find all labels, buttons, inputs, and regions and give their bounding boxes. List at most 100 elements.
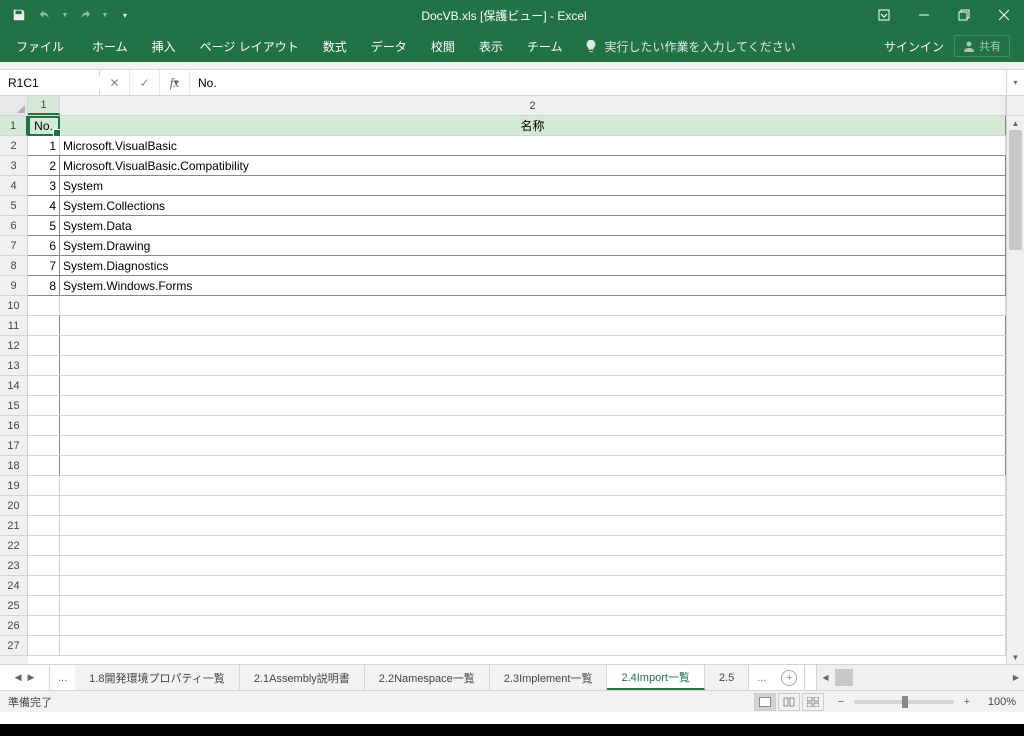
row-header[interactable]: 9 bbox=[0, 276, 28, 296]
row-header[interactable]: 2 bbox=[0, 136, 28, 156]
row-header[interactable]: 15 bbox=[0, 396, 28, 416]
empty-cell[interactable] bbox=[28, 576, 60, 595]
cell-name[interactable]: System.Windows.Forms bbox=[60, 276, 1006, 295]
row-header[interactable]: 10 bbox=[0, 296, 28, 316]
cell-no[interactable]: 1 bbox=[28, 136, 60, 155]
row-header[interactable]: 6 bbox=[0, 216, 28, 236]
empty-cell[interactable] bbox=[60, 576, 1006, 595]
scroll-thumb[interactable] bbox=[1009, 130, 1022, 250]
tab-file[interactable]: ファイル bbox=[4, 30, 76, 62]
empty-cell[interactable] bbox=[60, 476, 1006, 495]
tab-data[interactable]: データ bbox=[359, 30, 419, 62]
vertical-scrollbar[interactable]: ▲ ▼ bbox=[1006, 116, 1024, 664]
col-header-2[interactable]: 2 bbox=[60, 96, 1006, 115]
empty-cell[interactable] bbox=[60, 336, 1006, 355]
row-header[interactable]: 27 bbox=[0, 636, 28, 656]
row-header[interactable]: 19 bbox=[0, 476, 28, 496]
empty-cell[interactable] bbox=[60, 496, 1006, 515]
share-button[interactable]: 共有 bbox=[954, 35, 1010, 57]
cell-no[interactable]: 5 bbox=[28, 216, 60, 235]
redo-icon[interactable] bbox=[74, 4, 96, 26]
empty-cell[interactable] bbox=[60, 556, 1006, 575]
sheet-tab[interactable]: 2.5 bbox=[705, 665, 749, 690]
zoom-out-button[interactable]: − bbox=[834, 696, 848, 708]
enter-icon[interactable]: ✓ bbox=[130, 70, 160, 95]
tab-nav[interactable]: ◀▶ bbox=[0, 665, 50, 690]
formula-input[interactable] bbox=[198, 76, 998, 90]
empty-cell[interactable] bbox=[60, 416, 1006, 435]
tab-review[interactable]: 校閲 bbox=[419, 30, 467, 62]
col-header-1[interactable]: 1 bbox=[28, 96, 60, 115]
empty-cell[interactable] bbox=[28, 376, 60, 395]
row-header[interactable]: 26 bbox=[0, 616, 28, 636]
empty-cell[interactable] bbox=[60, 436, 1006, 455]
ribbon-options-icon[interactable] bbox=[864, 0, 904, 30]
zoom-knob[interactable] bbox=[902, 696, 908, 708]
empty-cell[interactable] bbox=[28, 496, 60, 515]
empty-cell[interactable] bbox=[28, 316, 60, 335]
row-header[interactable]: 25 bbox=[0, 596, 28, 616]
cell-no[interactable]: 4 bbox=[28, 196, 60, 215]
cell-name[interactable]: System.Diagnostics bbox=[60, 256, 1006, 275]
zoom-slider[interactable] bbox=[854, 700, 954, 704]
tab-nav-next-icon[interactable]: ▶ bbox=[28, 672, 35, 683]
sheet-tab[interactable]: 1.8開発環境プロパティ一覧 bbox=[75, 665, 240, 690]
row-header[interactable]: 4 bbox=[0, 176, 28, 196]
restore-icon[interactable] bbox=[944, 0, 984, 30]
cell-no[interactable]: 8 bbox=[28, 276, 60, 295]
sheet-tab[interactable]: 2.4Import一覧 bbox=[607, 665, 704, 690]
page-break-view-icon[interactable] bbox=[802, 693, 824, 711]
cell-no[interactable]: 2 bbox=[28, 156, 60, 175]
tab-formulas[interactable]: 数式 bbox=[311, 30, 359, 62]
tab-overflow-left[interactable]: ... bbox=[50, 665, 75, 690]
cancel-icon[interactable]: ✕ bbox=[100, 70, 130, 95]
tab-insert[interactable]: 挿入 bbox=[140, 30, 188, 62]
row-header[interactable]: 8 bbox=[0, 256, 28, 276]
row-header[interactable]: 16 bbox=[0, 416, 28, 436]
formula-expand-icon[interactable]: ▾ bbox=[1006, 70, 1024, 95]
undo-dropdown-icon[interactable]: ▼ bbox=[60, 4, 70, 26]
row-header[interactable]: 22 bbox=[0, 536, 28, 556]
qat-customize-icon[interactable]: ▾ bbox=[114, 4, 136, 26]
header-cell-no[interactable]: No. bbox=[28, 116, 60, 135]
cell-name[interactable]: Microsoft.VisualBasic bbox=[60, 136, 1006, 155]
row-header[interactable]: 14 bbox=[0, 376, 28, 396]
row-header[interactable]: 1 bbox=[0, 116, 28, 136]
sheet-tab[interactable]: 2.2Namespace一覧 bbox=[365, 665, 490, 690]
sign-in-link[interactable]: サインイン bbox=[884, 38, 944, 55]
hscroll-left-icon[interactable]: ◀ bbox=[817, 673, 833, 682]
minimize-icon[interactable] bbox=[904, 0, 944, 30]
save-icon[interactable] bbox=[8, 4, 30, 26]
row-header[interactable]: 17 bbox=[0, 436, 28, 456]
empty-cell[interactable] bbox=[28, 476, 60, 495]
select-all-corner[interactable] bbox=[0, 96, 28, 115]
tab-nav-prev-icon[interactable]: ◀ bbox=[15, 672, 22, 683]
empty-cell[interactable] bbox=[28, 616, 60, 635]
row-header[interactable]: 3 bbox=[0, 156, 28, 176]
tab-home[interactable]: ホーム bbox=[80, 30, 140, 62]
hscroll-thumb[interactable] bbox=[835, 669, 853, 686]
empty-cell[interactable] bbox=[60, 596, 1006, 615]
close-icon[interactable] bbox=[984, 0, 1024, 30]
empty-cell[interactable] bbox=[28, 556, 60, 575]
scroll-down-icon[interactable]: ▼ bbox=[1007, 650, 1024, 664]
redo-dropdown-icon[interactable]: ▼ bbox=[100, 4, 110, 26]
empty-cell[interactable] bbox=[60, 456, 1006, 475]
empty-cell[interactable] bbox=[28, 456, 60, 475]
horizontal-scrollbar[interactable]: ◀ ▶ bbox=[816, 665, 1024, 690]
cell-name[interactable]: Microsoft.VisualBasic.Compatibility bbox=[60, 156, 1006, 175]
cell-name[interactable]: System.Data bbox=[60, 216, 1006, 235]
cell-name[interactable]: System.Collections bbox=[60, 196, 1006, 215]
empty-cell[interactable] bbox=[28, 536, 60, 555]
row-header[interactable]: 20 bbox=[0, 496, 28, 516]
row-header[interactable]: 18 bbox=[0, 456, 28, 476]
row-header[interactable]: 12 bbox=[0, 336, 28, 356]
new-sheet-button[interactable]: + bbox=[774, 665, 804, 690]
empty-cell[interactable] bbox=[28, 596, 60, 615]
empty-cell[interactable] bbox=[28, 436, 60, 455]
scroll-up-icon[interactable]: ▲ bbox=[1007, 116, 1024, 130]
row-header[interactable]: 24 bbox=[0, 576, 28, 596]
empty-cell[interactable] bbox=[60, 356, 1006, 375]
fx-icon[interactable]: fx bbox=[160, 70, 190, 95]
empty-cell[interactable] bbox=[60, 316, 1006, 335]
